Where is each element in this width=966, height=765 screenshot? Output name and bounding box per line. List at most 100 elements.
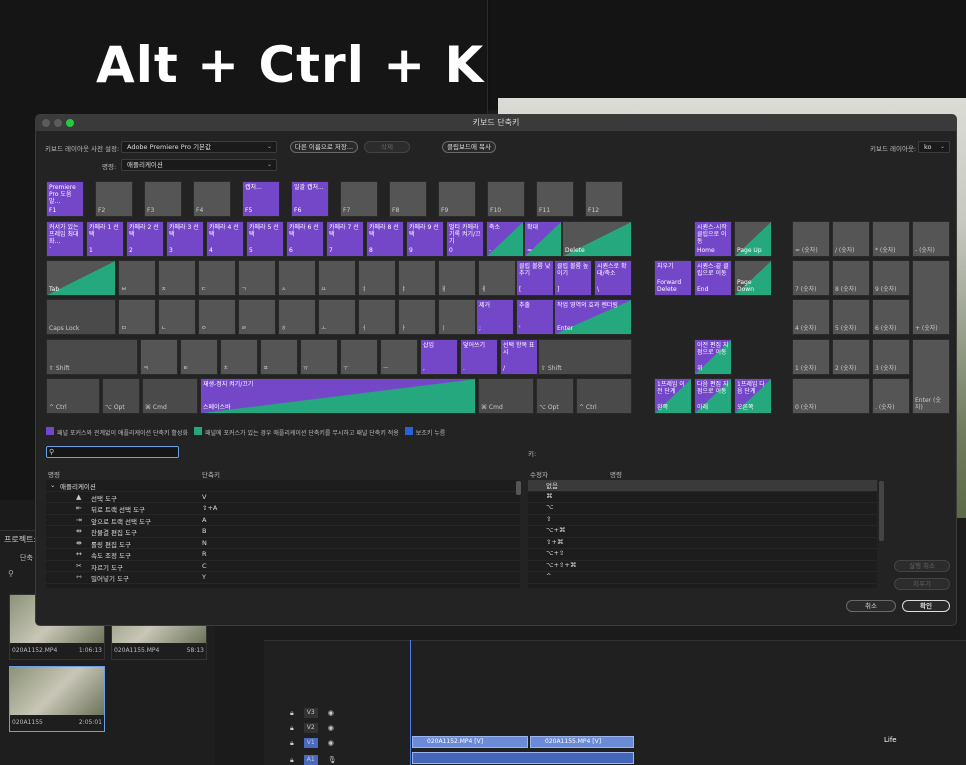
key-end[interactable]: 시퀀스-끝 클립으로 이동 End: [694, 260, 732, 296]
key-np_sub[interactable]: - (숫자): [912, 221, 950, 257]
key-np5[interactable]: 5 (숫자): [832, 299, 870, 335]
key-f5[interactable]: 캡처... F5: [242, 181, 280, 217]
key-space[interactable]: 재생-정지 켜기/끄기 스페이스바: [200, 378, 476, 414]
command-group-row[interactable]: ⌄ 애플리케이션: [46, 480, 520, 492]
key-m[interactable]: ㅡ: [380, 339, 418, 375]
key-pgup[interactable]: Page Up: [734, 221, 772, 257]
key-rshift[interactable]: ⇧ Shift: [538, 339, 632, 375]
key-f12[interactable]: F12: [585, 181, 623, 217]
key-c[interactable]: ㅊ: [220, 339, 258, 375]
key-backslash[interactable]: 시퀀스로 확대/축소 \: [594, 260, 632, 296]
key-left[interactable]: 1프레임 이전 단계 왼쪽: [654, 378, 692, 414]
playhead[interactable]: [410, 640, 411, 765]
key-k2[interactable]: 카메라 2 선택 2: [126, 221, 164, 257]
timeline-clip[interactable]: 020A1152.MP4 [V]: [412, 736, 528, 748]
column-shortcut[interactable]: 단축키: [202, 469, 220, 479]
command-row[interactable]: ⇤ 뒤로 트랙 선택 도구 ⇧+A: [46, 503, 520, 515]
project-clip-thumb[interactable]: 020A1155 2:05:01: [9, 666, 105, 732]
key-f[interactable]: ㄹ: [238, 299, 276, 335]
key-k9[interactable]: 카메라 9 선택 9: [406, 221, 444, 257]
command-shortcut[interactable]: R: [202, 550, 207, 558]
lock-icon[interactable]: 🔒︎: [290, 709, 294, 718]
key-l[interactable]: ㅣ: [438, 299, 476, 335]
key-comma[interactable]: 삽입,: [420, 339, 458, 375]
search-input[interactable]: ⚲: [46, 446, 179, 458]
command-shortcut[interactable]: B: [202, 527, 206, 535]
track-name[interactable]: V1: [303, 738, 318, 748]
key-f7[interactable]: F7: [340, 181, 378, 217]
key-period[interactable]: 덮어쓰기.: [460, 339, 498, 375]
key-u[interactable]: ㅕ: [358, 260, 396, 296]
key-n[interactable]: ㅜ: [340, 339, 378, 375]
key-minus[interactable]: 축소 -: [486, 221, 524, 257]
column-mod-command[interactable]: 명령: [610, 469, 622, 479]
command-row[interactable]: ⇼ 롤링 편집 도구 N: [46, 538, 520, 549]
key-np2[interactable]: 2 (숫자): [832, 339, 870, 375]
key-rbracket[interactable]: 클립 볼륨 높이기]: [554, 260, 592, 296]
key-bk[interactable]: ㅠ: [300, 339, 338, 375]
key-k6[interactable]: 카메라 6 선택 6: [286, 221, 324, 257]
save-as-button[interactable]: 다른 이름으로 저장...: [290, 141, 358, 153]
key-delete[interactable]: Delete: [562, 221, 632, 257]
key-f8[interactable]: F8: [389, 181, 427, 217]
key-np9[interactable]: 9 (숫자): [872, 260, 910, 296]
key-h[interactable]: ㅗ: [318, 299, 356, 335]
key-f3[interactable]: F3: [144, 181, 182, 217]
eye-icon[interactable]: ◉: [328, 739, 334, 747]
command-shortcut[interactable]: N: [202, 539, 207, 547]
command-shortcut[interactable]: A: [202, 516, 206, 524]
key-down[interactable]: 다음 편집 지점으로 이동 아래: [694, 378, 732, 414]
command-row[interactable]: ▲ 선택 도구 V: [46, 492, 520, 503]
track-name[interactable]: A1: [303, 755, 318, 765]
key-g[interactable]: ㅎ: [278, 299, 316, 335]
key-k[interactable]: ㅏ: [398, 299, 436, 335]
cancel-button[interactable]: 취소: [846, 600, 896, 612]
key-k0[interactable]: 멀티 카메라 기록 켜기/끄기 0: [446, 221, 484, 257]
key-slash[interactable]: 선택 항목 표시 /: [500, 339, 538, 375]
lock-icon[interactable]: 🔒︎: [290, 756, 294, 765]
key-np3[interactable]: 3 (숫자): [872, 339, 910, 375]
lock-icon[interactable]: 🔒︎: [290, 724, 294, 733]
modifier-row[interactable]: ⌥+⇧+⌘: [528, 561, 877, 572]
command-row[interactable]: ✂ 자르기 도구 C: [46, 561, 520, 572]
mic-icon[interactable]: 🎙︎: [328, 756, 337, 764]
key-f9[interactable]: F9: [438, 181, 476, 217]
key-caps[interactable]: Caps Lock: [46, 299, 116, 335]
key-np1[interactable]: 1 (숫자): [792, 339, 830, 375]
modifier-row[interactable]: ⌥+⇧: [528, 549, 877, 561]
key-v[interactable]: ㅍ: [260, 339, 298, 375]
command-shortcut[interactable]: V: [202, 493, 206, 501]
key-e[interactable]: ㄷ: [198, 260, 236, 296]
eye-icon[interactable]: ◉: [328, 724, 334, 732]
key-k7[interactable]: 카메라 7 선택 7: [326, 221, 364, 257]
key-np_add[interactable]: + (숫자): [912, 260, 950, 335]
track-name[interactable]: V3: [303, 708, 318, 718]
key-equal[interactable]: 확대 =: [524, 221, 562, 257]
key-lctrl[interactable]: ^ Ctrl: [46, 378, 100, 414]
command-shortcut[interactable]: ⇧+A: [202, 504, 217, 512]
key-pk[interactable]: ㅔ: [478, 260, 516, 296]
command-list-scrollbar[interactable]: [516, 481, 521, 495]
key-enter[interactable]: 작업 영역의 효과 렌더링 Enter: [554, 299, 632, 335]
timeline-clip[interactable]: 020A1155.MP4 [V]: [530, 736, 634, 748]
copy-clipboard-button[interactable]: 클립보드에 복사: [442, 141, 496, 153]
lock-icon[interactable]: 🔒︎: [290, 739, 294, 748]
key-y[interactable]: ㅛ: [318, 260, 356, 296]
command-row[interactable]: ⇥ 앞으로 트랙 선택 도구 A: [46, 515, 520, 526]
ok-button[interactable]: 확인: [902, 600, 950, 612]
key-lbracket[interactable]: 클립 볼륨 낮추기 [: [516, 260, 554, 296]
key-ropt[interactable]: ⌥ Opt: [536, 378, 574, 414]
key-grave[interactable]: 커서가 있는 프레임 최대화... `: [46, 221, 84, 257]
key-q[interactable]: ㅂ: [118, 260, 156, 296]
key-f6[interactable]: 일괄 캡처... F6: [291, 181, 329, 217]
key-f1[interactable]: Premiere Pro 도움말... F1: [46, 181, 84, 217]
modifier-row[interactable]: 없음: [528, 480, 877, 492]
key-w[interactable]: ㅈ: [158, 260, 196, 296]
key-lshift[interactable]: ⇧ Shift: [46, 339, 138, 375]
modifier-row[interactable]: ^: [528, 572, 877, 584]
key-a[interactable]: ㅁ: [118, 299, 156, 335]
key-np0[interactable]: 0 (숫자): [792, 378, 870, 414]
key-np_dot[interactable]: . (숫자): [872, 378, 910, 414]
preset-select[interactable]: Adobe Premiere Pro 기본값 ⌄: [121, 141, 277, 153]
key-rcmd[interactable]: ⌘ Cmd: [478, 378, 534, 414]
